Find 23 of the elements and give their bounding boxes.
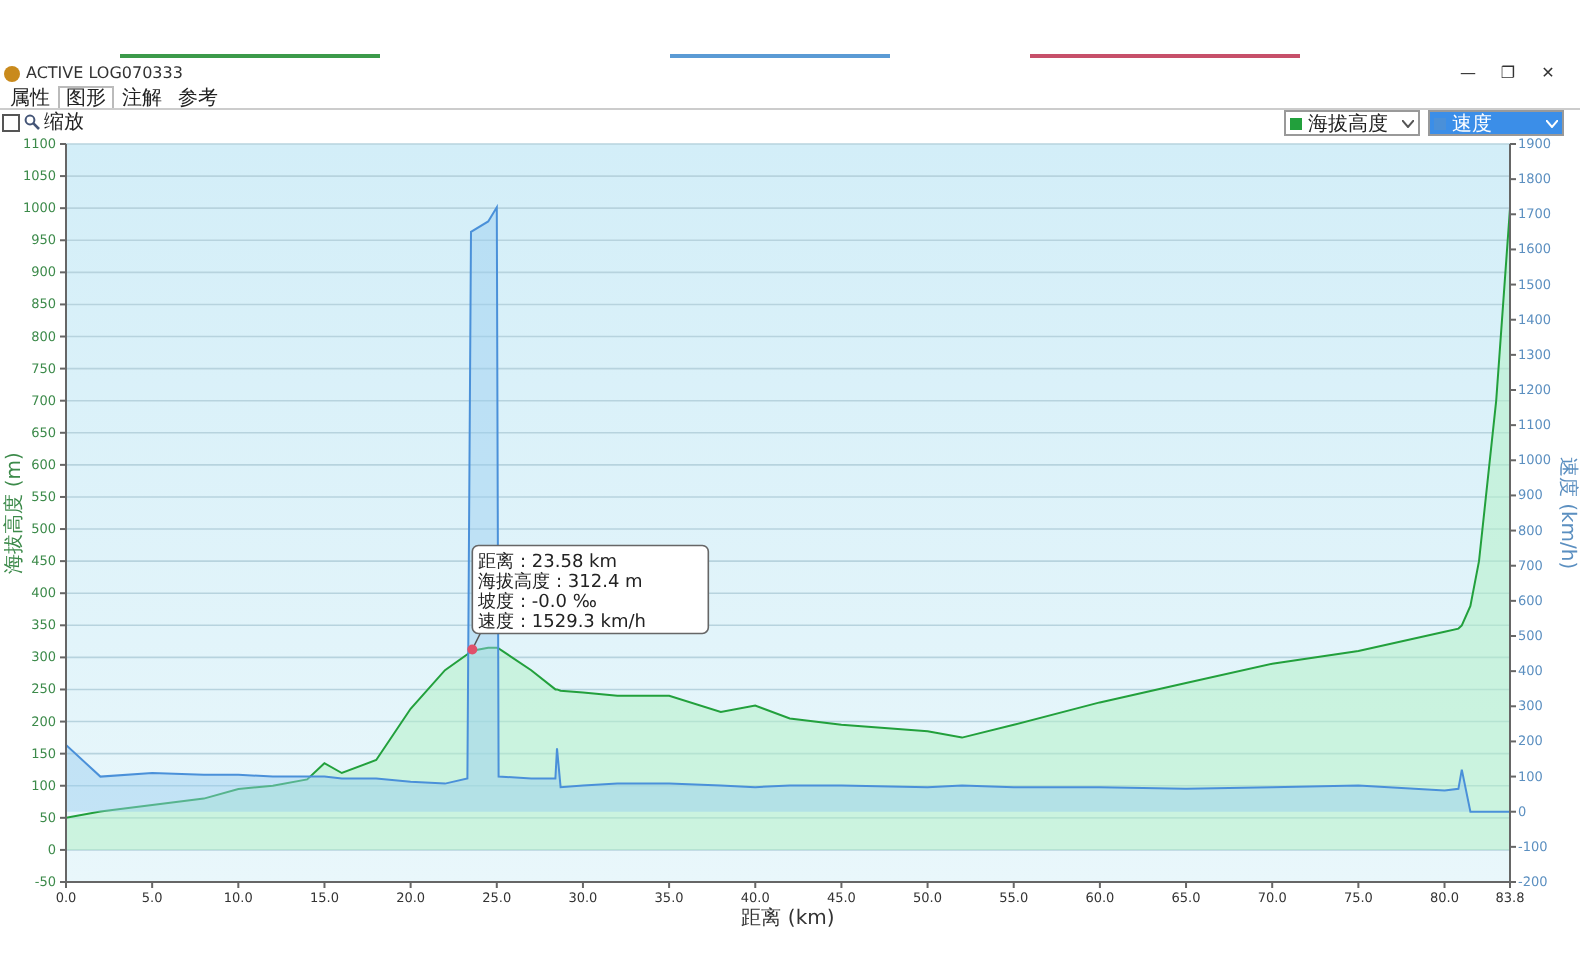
- point-marker: [467, 644, 478, 655]
- close-button[interactable]: ✕: [1528, 64, 1568, 82]
- tooltip-text: 海拔高度 : 312.4 m: [478, 573, 643, 594]
- axis-title: 距离 (km): [741, 908, 835, 930]
- axis-title: 海拔高度 (m): [4, 452, 26, 574]
- series-dropdown[interactable]: 海拔高度: [1284, 110, 1420, 136]
- tab[interactable]: 参考: [170, 86, 226, 108]
- tooltip-text: 坡度 : -0.0 ‰: [478, 593, 597, 614]
- caret-icon: [1402, 119, 1414, 127]
- search-icon[interactable]: [24, 114, 40, 130]
- minimize-button[interactable]: —: [1448, 64, 1488, 82]
- tooltip-text: 速度 : 1529.3 km/h: [478, 613, 646, 634]
- app-logo-icon: [4, 65, 20, 81]
- restore-button[interactable]: ❐: [1488, 64, 1528, 82]
- tab[interactable]: 属性: [2, 86, 58, 108]
- axis-title: 速度 (km/h): [1556, 456, 1578, 570]
- tab[interactable]: 注解: [114, 86, 170, 108]
- tab[interactable]: 图形: [58, 86, 114, 108]
- caret-icon: [1546, 119, 1558, 127]
- tooltip-text: 距离 : 23.58 km: [478, 553, 618, 574]
- window-title: ACTIVE LOG070333: [26, 64, 183, 82]
- checkbox[interactable]: [2, 113, 20, 131]
- zoom-label: 缩放: [44, 109, 84, 136]
